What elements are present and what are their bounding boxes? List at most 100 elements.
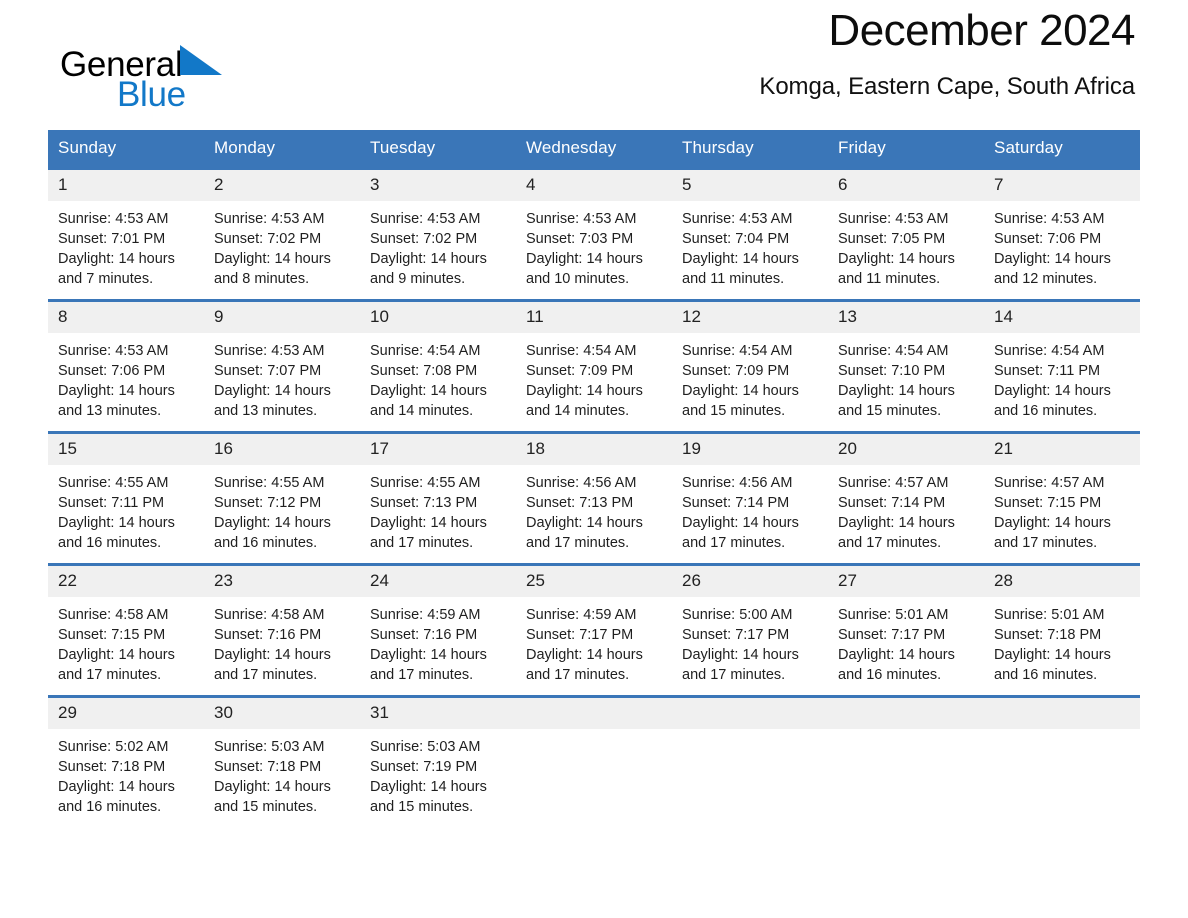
day-details: Sunrise: 4:56 AM Sunset: 7:13 PM Daylight:… (516, 465, 672, 563)
daylight-text: Daylight: 14 hours and 16 minutes. (838, 647, 955, 683)
sunrise-text: Sunrise: 4:59 AM (370, 607, 481, 623)
calendar-day-cell[interactable]: 20 Sunrise: 4:57 AM Sunset: 7:14 PM Dayligh… (828, 431, 984, 565)
day-details: Sunrise: 4:58 AM Sunset: 7:15 PM Daylight:… (48, 597, 204, 695)
daylight-text: Daylight: 14 hours and 17 minutes. (526, 647, 643, 683)
calendar-day-cell[interactable]: 15 Sunrise: 4:55 AM Sunset: 7:11 PM Dayligh… (48, 431, 204, 565)
day-details: Sunrise: 4:55 AM Sunset: 7:13 PM Daylight:… (360, 465, 516, 563)
calendar-day-cell[interactable]: 7 Sunrise: 4:53 AM Sunset: 7:06 PM Daylight… (984, 167, 1140, 301)
day-details: Sunrise: 4:53 AM Sunset: 7:05 PM Daylight:… (828, 201, 984, 299)
calendar-day-cell[interactable]: 22 Sunrise: 4:58 AM Sunset: 7:15 PM Dayligh… (48, 563, 204, 697)
calendar-day-cell[interactable]: 29 Sunrise: 5:02 AM Sunset: 7:18 PM Dayligh… (48, 695, 204, 835)
day-details: Sunrise: 4:53 AM Sunset: 7:06 PM Daylight:… (48, 333, 204, 431)
calendar-day-cell[interactable]: 3 Sunrise: 4:53 AM Sunset: 7:02 PM Daylight… (360, 167, 516, 301)
sunrise-text: Sunrise: 4:54 AM (682, 343, 793, 359)
calendar-day-cell[interactable]: 4 Sunrise: 4:53 AM Sunset: 7:03 PM Daylight… (516, 167, 672, 301)
sunrise-text: Sunrise: 5:01 AM (838, 607, 949, 623)
day-number: 30 (204, 698, 360, 729)
title-block: December 2024 Komga, Eastern Cape, South… (759, 0, 1135, 101)
calendar-week-row: 1 Sunrise: 4:53 AM Sunset: 7:01 PM Daylight… (48, 167, 1140, 301)
daylight-text: Daylight: 14 hours and 13 minutes. (214, 383, 331, 419)
day-number: 19 (672, 434, 828, 465)
sunrise-text: Sunrise: 4:58 AM (214, 607, 325, 623)
weekday-header-tuesday: Tuesday (360, 130, 516, 169)
daylight-text: Daylight: 14 hours and 8 minutes. (214, 251, 331, 287)
calendar-day-cell[interactable]: 17 Sunrise: 4:55 AM Sunset: 7:13 PM Dayligh… (360, 431, 516, 565)
sunrise-text: Sunrise: 5:00 AM (682, 607, 793, 623)
sunset-text: Sunset: 7:17 PM (682, 627, 790, 643)
sunset-text: Sunset: 7:08 PM (370, 363, 478, 379)
sunrise-text: Sunrise: 4:58 AM (58, 607, 169, 623)
day-number: 11 (516, 302, 672, 333)
daylight-text: Daylight: 14 hours and 17 minutes. (682, 515, 799, 551)
sunset-text: Sunset: 7:14 PM (682, 495, 790, 511)
daylight-text: Daylight: 14 hours and 16 minutes. (58, 779, 175, 815)
day-number: 31 (360, 698, 516, 729)
daylight-text: Daylight: 14 hours and 16 minutes. (214, 515, 331, 551)
day-number: 7 (984, 170, 1140, 201)
day-details: Sunrise: 4:57 AM Sunset: 7:15 PM Daylight:… (984, 465, 1140, 563)
calendar-day-cell[interactable]: 24 Sunrise: 4:59 AM Sunset: 7:16 PM Dayligh… (360, 563, 516, 697)
sunrise-text: Sunrise: 5:02 AM (58, 739, 169, 755)
daylight-text: Daylight: 14 hours and 17 minutes. (370, 515, 487, 551)
daylight-text: Daylight: 14 hours and 14 minutes. (526, 383, 643, 419)
daylight-text: Daylight: 14 hours and 16 minutes. (994, 647, 1111, 683)
day-details-empty (516, 729, 672, 835)
sunset-text: Sunset: 7:02 PM (370, 231, 478, 247)
calendar-day-cell[interactable]: 30 Sunrise: 5:03 AM Sunset: 7:18 PM Dayligh… (204, 695, 360, 835)
daylight-text: Daylight: 14 hours and 17 minutes. (682, 647, 799, 683)
calendar-day-cell[interactable]: 21 Sunrise: 4:57 AM Sunset: 7:15 PM Dayligh… (984, 431, 1140, 565)
daylight-text: Daylight: 14 hours and 9 minutes. (370, 251, 487, 287)
day-number: 23 (204, 566, 360, 597)
calendar-day-cell[interactable]: 5 Sunrise: 4:53 AM Sunset: 7:04 PM Daylight… (672, 167, 828, 301)
calendar-day-cell[interactable]: 31 Sunrise: 5:03 AM Sunset: 7:19 PM Dayligh… (360, 695, 516, 835)
day-number: 13 (828, 302, 984, 333)
sunset-text: Sunset: 7:13 PM (526, 495, 634, 511)
sunset-text: Sunset: 7:19 PM (370, 759, 478, 775)
day-number: 4 (516, 170, 672, 201)
calendar-day-cell[interactable]: 1 Sunrise: 4:53 AM Sunset: 7:01 PM Daylight… (48, 167, 204, 301)
sunset-text: Sunset: 7:18 PM (214, 759, 322, 775)
day-number: 3 (360, 170, 516, 201)
calendar-day-cell[interactable]: 13 Sunrise: 4:54 AM Sunset: 7:10 PM Dayligh… (828, 299, 984, 433)
calendar-day-cell[interactable]: 16 Sunrise: 4:55 AM Sunset: 7:12 PM Dayligh… (204, 431, 360, 565)
day-number: 21 (984, 434, 1140, 465)
calendar-day-cell[interactable]: 26 Sunrise: 5:00 AM Sunset: 7:17 PM Dayligh… (672, 563, 828, 697)
calendar-day-cell[interactable]: 10 Sunrise: 4:54 AM Sunset: 7:08 PM Dayligh… (360, 299, 516, 433)
day-details: Sunrise: 4:55 AM Sunset: 7:11 PM Daylight:… (48, 465, 204, 563)
page-subtitle: Komga, Eastern Cape, South Africa (759, 72, 1135, 100)
daylight-text: Daylight: 14 hours and 15 minutes. (682, 383, 799, 419)
calendar-day-cell[interactable]: 19 Sunrise: 4:56 AM Sunset: 7:14 PM Dayligh… (672, 431, 828, 565)
sunset-text: Sunset: 7:17 PM (526, 627, 634, 643)
calendar-day-cell[interactable]: 6 Sunrise: 4:53 AM Sunset: 7:05 PM Daylight… (828, 167, 984, 301)
calendar-empty-cell (984, 695, 1140, 835)
day-number: 27 (828, 566, 984, 597)
calendar-day-cell[interactable]: 27 Sunrise: 5:01 AM Sunset: 7:17 PM Dayligh… (828, 563, 984, 697)
day-details: Sunrise: 5:00 AM Sunset: 7:17 PM Daylight:… (672, 597, 828, 695)
calendar-day-cell[interactable]: 11 Sunrise: 4:54 AM Sunset: 7:09 PM Dayligh… (516, 299, 672, 433)
day-number: 22 (48, 566, 204, 597)
calendar-day-cell[interactable]: 8 Sunrise: 4:53 AM Sunset: 7:06 PM Daylight… (48, 299, 204, 433)
calendar-day-cell[interactable]: 18 Sunrise: 4:56 AM Sunset: 7:13 PM Dayligh… (516, 431, 672, 565)
daylight-text: Daylight: 14 hours and 15 minutes. (370, 779, 487, 815)
calendar-day-cell[interactable]: 23 Sunrise: 4:58 AM Sunset: 7:16 PM Dayligh… (204, 563, 360, 697)
calendar-week-row: 29 Sunrise: 5:02 AM Sunset: 7:18 PM Dayligh… (48, 695, 1140, 835)
sunrise-text: Sunrise: 5:03 AM (214, 739, 325, 755)
general-blue-logo[interactable]: General Blue (60, 44, 320, 116)
calendar-day-cell[interactable]: 12 Sunrise: 4:54 AM Sunset: 7:09 PM Dayligh… (672, 299, 828, 433)
calendar-empty-cell (516, 695, 672, 835)
calendar-day-cell[interactable]: 25 Sunrise: 4:59 AM Sunset: 7:17 PM Dayligh… (516, 563, 672, 697)
day-number: 26 (672, 566, 828, 597)
day-details: Sunrise: 5:01 AM Sunset: 7:17 PM Daylight:… (828, 597, 984, 695)
calendar-grid: Sunday Monday Tuesday Wednesday Thursday… (48, 130, 1140, 835)
day-number: 18 (516, 434, 672, 465)
day-details-empty (828, 729, 984, 835)
day-details: Sunrise: 4:55 AM Sunset: 7:12 PM Daylight:… (204, 465, 360, 563)
calendar-day-cell[interactable]: 28 Sunrise: 5:01 AM Sunset: 7:18 PM Dayligh… (984, 563, 1140, 697)
day-number: 28 (984, 566, 1140, 597)
calendar-day-cell[interactable]: 14 Sunrise: 4:54 AM Sunset: 7:11 PM Dayligh… (984, 299, 1140, 433)
day-details-empty (672, 729, 828, 835)
calendar-day-cell[interactable]: 9 Sunrise: 4:53 AM Sunset: 7:07 PM Daylight… (204, 299, 360, 433)
sunset-text: Sunset: 7:15 PM (994, 495, 1102, 511)
day-details: Sunrise: 4:54 AM Sunset: 7:11 PM Daylight:… (984, 333, 1140, 431)
calendar-day-cell[interactable]: 2 Sunrise: 4:53 AM Sunset: 7:02 PM Daylight… (204, 167, 360, 301)
